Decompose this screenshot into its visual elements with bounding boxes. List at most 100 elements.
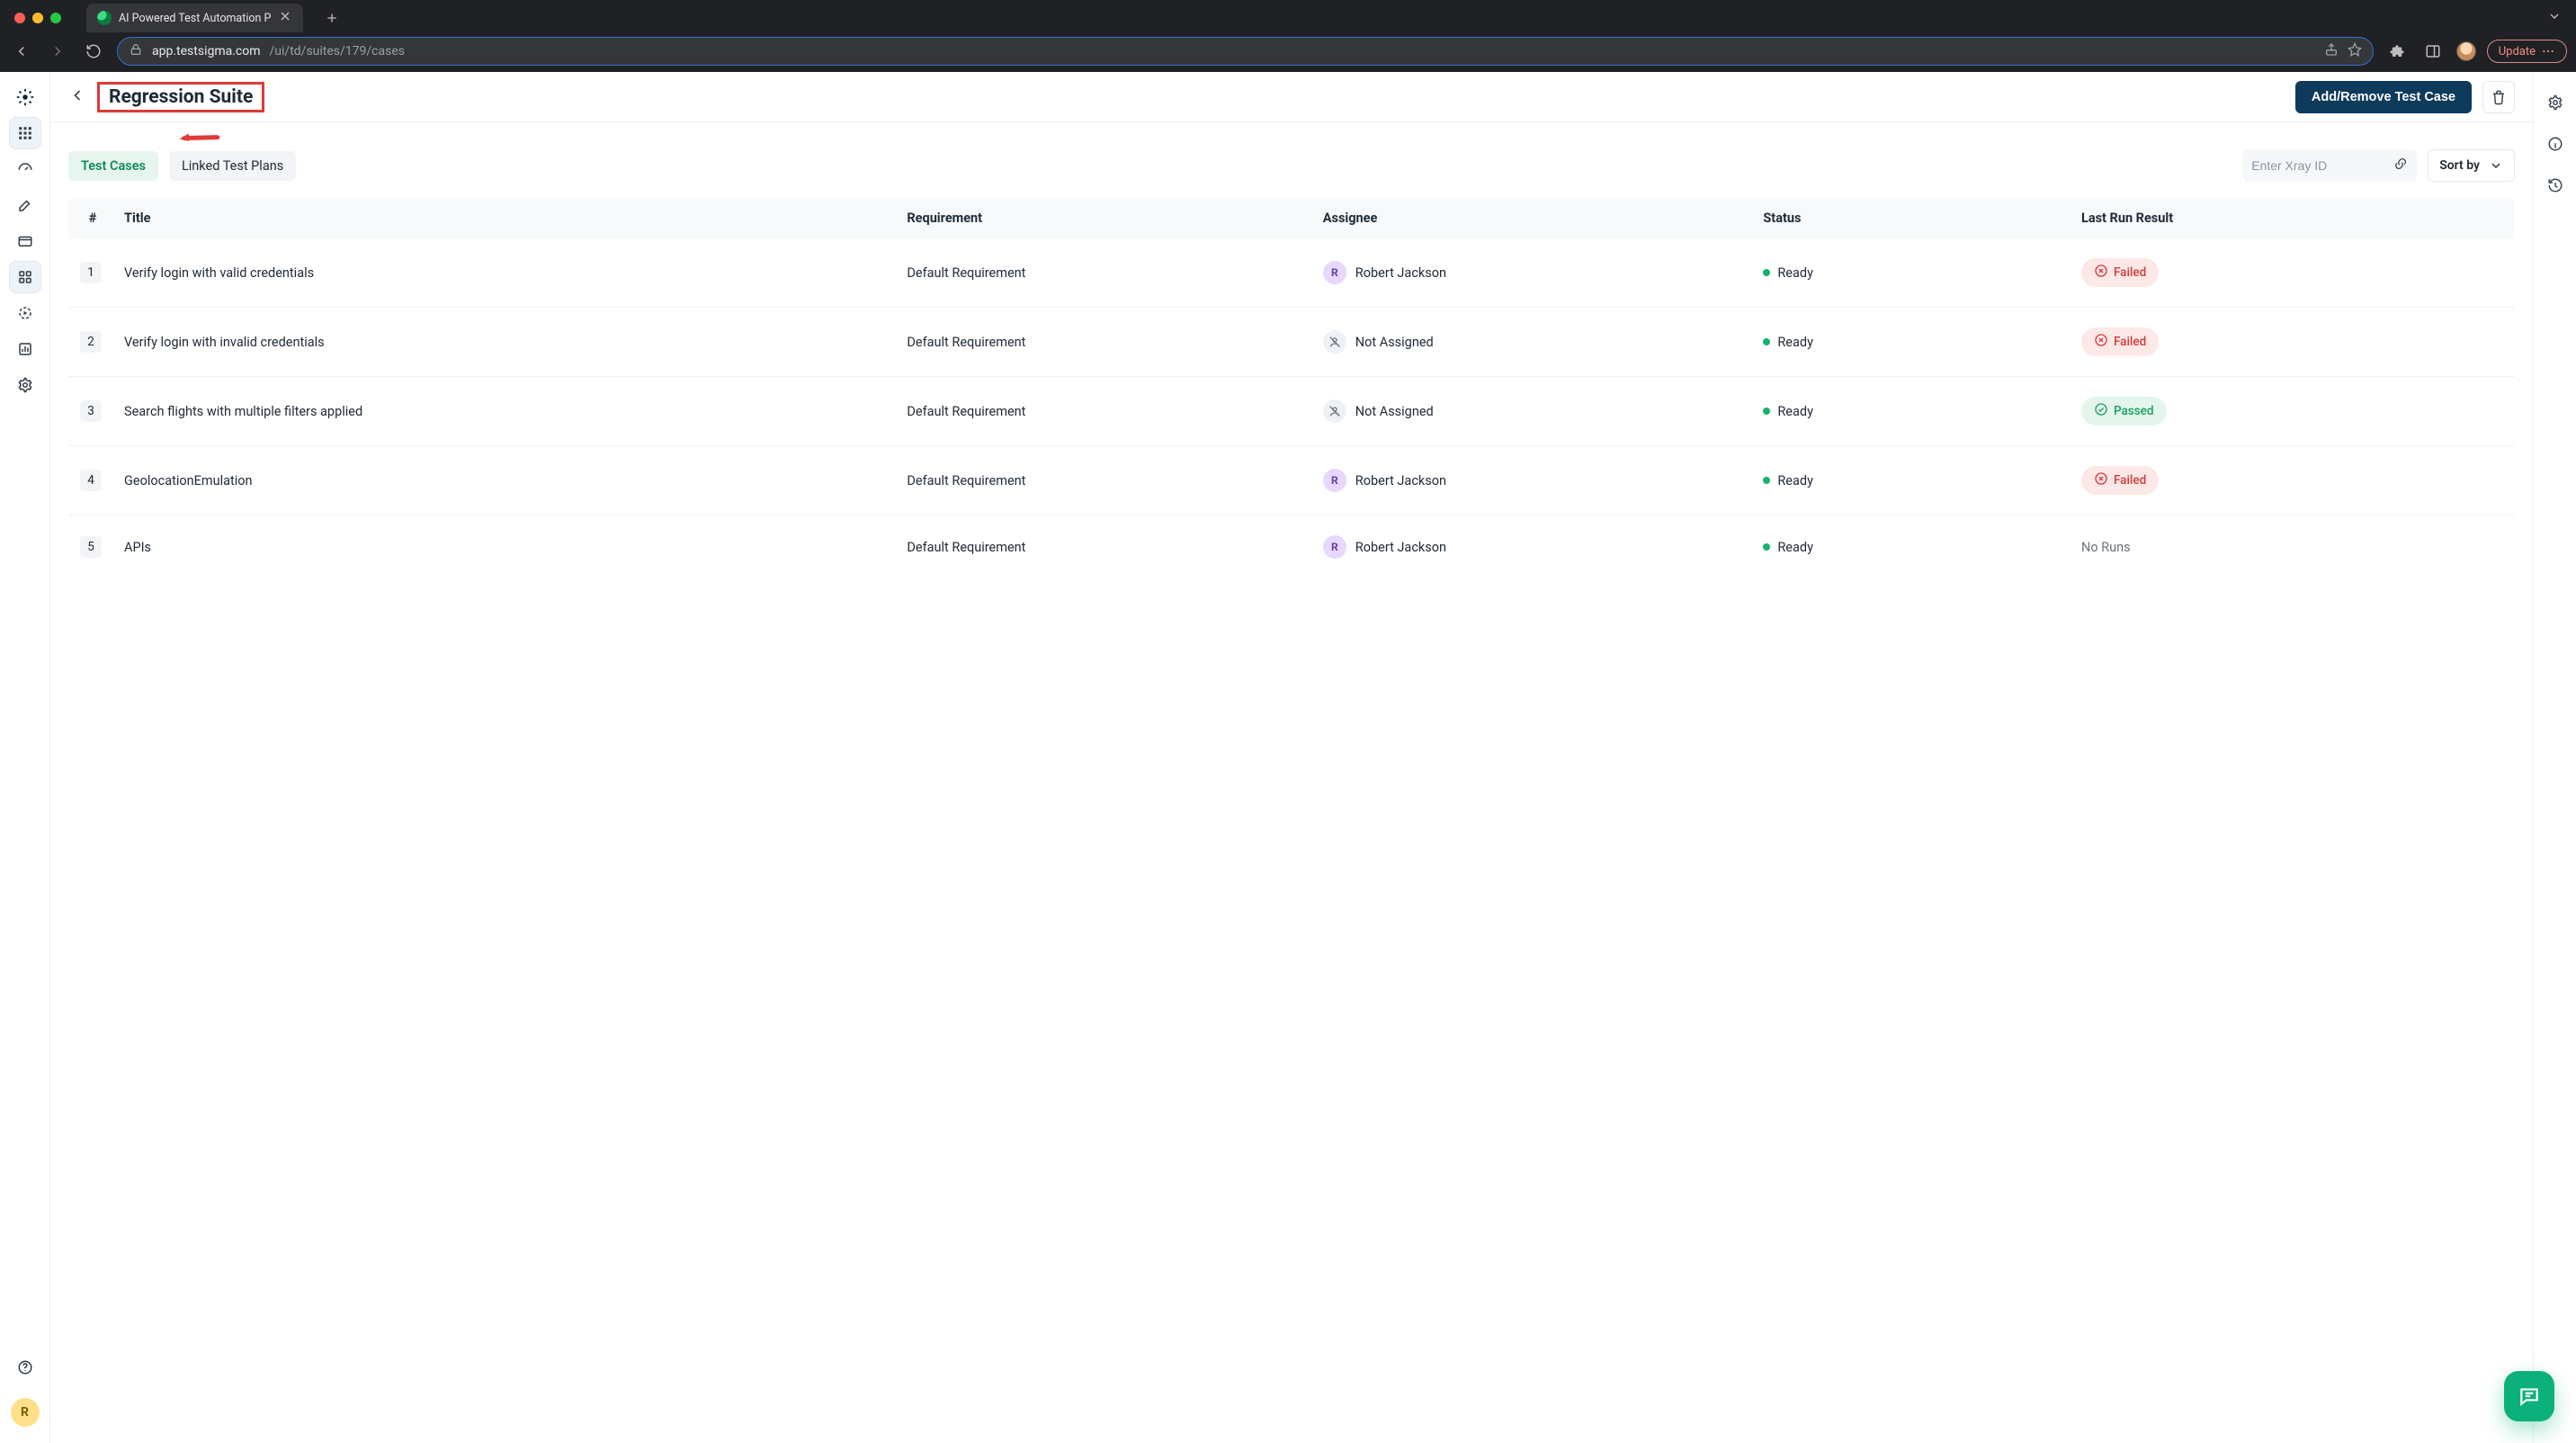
row-status: Ready — [1752, 238, 2071, 308]
nav-forward-button[interactable] — [45, 39, 70, 64]
rail-reports[interactable] — [9, 333, 41, 365]
link-icon[interactable] — [2393, 157, 2408, 175]
row-requirement[interactable]: Default Requirement — [896, 377, 1311, 446]
chat-fab[interactable] — [2504, 1371, 2554, 1421]
maximize-window-icon[interactable] — [50, 13, 61, 23]
result-label: No Runs — [2081, 540, 2131, 555]
app-logo-icon[interactable] — [9, 81, 41, 113]
xray-id-input[interactable] — [2251, 158, 2386, 173]
add-remove-test-case-button[interactable]: Add/Remove Test Case — [2295, 81, 2472, 113]
extensions-icon[interactable] — [2384, 39, 2410, 64]
table-row[interactable]: 5APIsDefault RequirementRRobert JacksonR… — [68, 515, 2515, 579]
col-header-status[interactable]: Status — [1752, 198, 2071, 238]
row-title[interactable]: Search flights with multiple filters app… — [113, 377, 896, 446]
browser-tab[interactable]: AI Powered Test Automation P — [86, 4, 303, 32]
xray-id-input-wrapper — [2242, 149, 2417, 182]
row-requirement[interactable]: Default Requirement — [896, 446, 1311, 515]
table-row[interactable]: 2Verify login with invalid credentialsDe… — [68, 308, 2515, 377]
lock-icon — [129, 42, 143, 60]
rail-user-avatar[interactable]: R — [11, 1398, 40, 1427]
back-button[interactable] — [68, 86, 86, 108]
share-icon[interactable] — [2324, 42, 2339, 60]
row-number: 1 — [80, 262, 102, 283]
browser-update-button[interactable]: Update — [2487, 40, 2567, 63]
row-result: Passed — [2071, 377, 2515, 446]
new-tab-button[interactable] — [319, 5, 344, 31]
status-dot-icon — [1763, 477, 1770, 484]
all-tabs-dropdown[interactable] — [2547, 9, 2562, 27]
row-assignee[interactable]: RRobert Jackson — [1312, 238, 1753, 308]
row-title[interactable]: APIs — [113, 515, 896, 579]
sort-by-dropdown[interactable]: Sort by — [2428, 149, 2515, 182]
close-window-icon[interactable] — [14, 13, 25, 23]
tab-label: Test Cases — [81, 158, 146, 174]
assignee-avatar: R — [1323, 469, 1346, 492]
row-title[interactable]: Verify login with invalid credentials — [113, 308, 896, 377]
rail-dashboard[interactable] — [9, 117, 41, 149]
result-label: Failed — [2114, 335, 2146, 349]
row-assignee[interactable]: Not Assigned — [1312, 308, 1753, 377]
tab-close-icon[interactable] — [278, 9, 292, 27]
table-row[interactable]: 3Search flights with multiple filters ap… — [68, 377, 2515, 446]
col-header-assignee[interactable]: Assignee — [1312, 198, 1753, 238]
status-label: Ready — [1777, 404, 1813, 419]
status-dot-icon — [1763, 269, 1770, 276]
tab-favicon-icon — [97, 11, 112, 25]
row-status: Ready — [1752, 446, 2071, 515]
page-title-highlight: Regression Suite — [97, 82, 264, 112]
window-controls[interactable] — [14, 13, 61, 23]
row-assignee[interactable]: Not Assigned — [1312, 377, 1753, 446]
right-rail — [2533, 72, 2576, 1443]
nav-back-button[interactable] — [9, 39, 34, 64]
row-requirement[interactable]: Default Requirement — [896, 308, 1311, 377]
row-number: 4 — [80, 470, 102, 491]
minimize-window-icon[interactable] — [32, 13, 43, 23]
rail-speed[interactable] — [9, 153, 41, 185]
address-bar[interactable]: app.testsigma.com/ui/td/suites/179/cases — [117, 37, 2374, 66]
col-header-title[interactable]: Title — [113, 198, 896, 238]
row-assignee[interactable]: RRobert Jackson — [1312, 515, 1753, 579]
right-rail-info-icon[interactable] — [2541, 130, 2570, 158]
rail-suites[interactable] — [9, 261, 41, 293]
rail-edit[interactable] — [9, 189, 41, 221]
table-row[interactable]: 4 GeolocationEmulationDefault Requirement… — [68, 446, 2515, 515]
status-dot-icon — [1763, 408, 1770, 415]
assignee-avatar: R — [1323, 535, 1346, 559]
col-header-requirement[interactable]: Requirement — [896, 198, 1311, 238]
left-rail: R — [0, 72, 50, 1443]
tab-title: AI Powered Test Automation P — [119, 12, 271, 25]
nav-reload-button[interactable] — [81, 39, 106, 64]
chat-icon — [2518, 1385, 2541, 1408]
result-failed-icon — [2094, 471, 2108, 489]
col-header-result[interactable]: Last Run Result — [2071, 198, 2515, 238]
tab-label: Linked Test Plans — [182, 158, 283, 174]
rail-runs[interactable] — [9, 297, 41, 329]
row-requirement[interactable]: Default Requirement — [896, 515, 1311, 579]
delete-button[interactable] — [2482, 81, 2515, 113]
row-result: Failed — [2071, 238, 2515, 308]
rail-files[interactable] — [9, 225, 41, 257]
result-failed-icon — [2094, 333, 2108, 351]
bookmark-icon[interactable] — [2348, 42, 2362, 60]
table-row[interactable]: 1 Verify login with valid credentialsDefa… — [68, 238, 2515, 308]
status-dot-icon — [1763, 338, 1770, 345]
row-requirement[interactable]: Default Requirement — [896, 238, 1311, 308]
rail-help[interactable] — [9, 1351, 41, 1384]
unassigned-icon — [1323, 399, 1346, 423]
tab-test-cases[interactable]: Test Cases — [68, 151, 158, 181]
tab-linked-test-plans[interactable]: Linked Test Plans — [169, 151, 296, 181]
side-panel-icon[interactable] — [2420, 39, 2446, 64]
result-failed-icon — [2094, 264, 2108, 282]
right-rail-history-icon[interactable] — [2541, 171, 2570, 200]
row-title[interactable]: GeolocationEmulation — [113, 446, 896, 515]
browser-profile-avatar[interactable] — [2456, 41, 2476, 61]
row-result: Failed — [2071, 446, 2515, 515]
row-status: Ready — [1752, 377, 2071, 446]
right-rail-settings-icon[interactable] — [2541, 88, 2570, 117]
row-assignee[interactable]: RRobert Jackson — [1312, 446, 1753, 515]
assignee-name: Not Assigned — [1355, 404, 1434, 419]
rail-settings[interactable] — [9, 369, 41, 401]
url-host: app.testsigma.com — [152, 44, 261, 58]
row-title[interactable]: Verify login with valid credentials — [113, 238, 896, 308]
url-path: /ui/td/suites/179/cases — [270, 44, 405, 58]
